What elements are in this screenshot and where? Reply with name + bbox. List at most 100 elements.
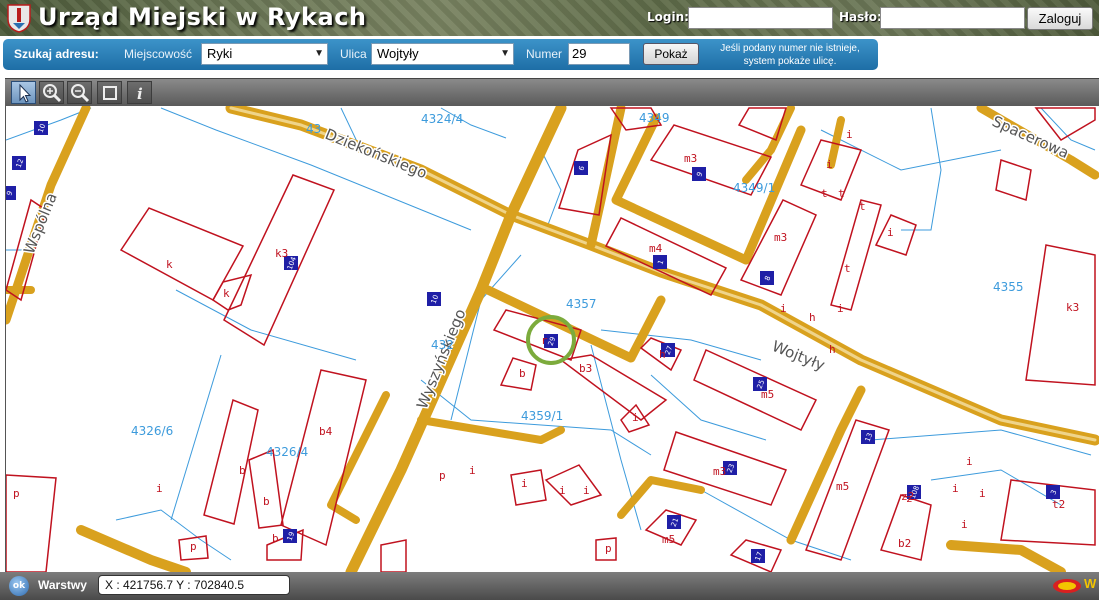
full-extent-tool-button[interactable] — [97, 81, 122, 104]
building-type-label: m3 — [713, 465, 726, 478]
building-type-label: b — [519, 367, 526, 380]
building-type-label: b — [272, 532, 279, 545]
map-svg[interactable]: 1012961041029279251323211719108 318 Dziek… — [6, 106, 1099, 572]
building-type-label: m4 — [649, 242, 663, 255]
house-number-badge[interactable]: 8 — [760, 271, 774, 285]
chevron-down-icon: ▼ — [500, 48, 510, 59]
parcel-number: 4359/1 — [521, 409, 563, 423]
show-button[interactable]: Pokaż — [643, 43, 699, 65]
building-type-label: h — [659, 348, 666, 361]
building-type-label: i — [952, 482, 959, 495]
building-type-label: p — [13, 487, 20, 500]
building-type-label: m5 — [662, 533, 675, 546]
zoom-out-icon — [71, 84, 90, 103]
building-type-label: t — [838, 187, 845, 200]
house-number-badge[interactable]: 6 — [574, 161, 588, 175]
building-type-label: h — [809, 311, 816, 324]
building-type-label: i — [156, 482, 163, 495]
building-type-label: t2 — [1052, 498, 1065, 511]
building-type-label: i — [826, 158, 833, 171]
building-type-label: m3 — [684, 152, 697, 165]
login-button[interactable]: Zaloguj — [1027, 7, 1093, 30]
map-toolbar: i — [5, 78, 1099, 106]
house-number-badge[interactable]: 1 — [653, 255, 667, 269]
layers-toggle-icon[interactable]: ok — [9, 576, 29, 596]
building-type-label: k — [223, 287, 230, 300]
info-tool-button[interactable]: i — [127, 81, 152, 104]
house-number-badge[interactable]: 9 — [6, 186, 16, 200]
building-type-label: b — [239, 464, 246, 477]
building-type-label: i — [961, 518, 968, 531]
building-type-label: t — [844, 262, 851, 275]
app-title: Urząd Miejski w Rykach — [38, 3, 367, 31]
layers-label[interactable]: Warstwy — [38, 578, 87, 592]
info-icon: i — [137, 85, 143, 103]
street-label: Ulica — [340, 47, 367, 61]
parcel-number: 4355 — [993, 280, 1024, 294]
brand-logo-icon — [1053, 579, 1081, 593]
login-input[interactable] — [688, 7, 833, 29]
town-select-value: Ryki — [207, 46, 233, 61]
search-hint: Jeśli podany numer nie istnieje, system … — [720, 43, 860, 67]
building-type-label: i — [780, 302, 787, 315]
street-label: Dziekońskiego — [323, 125, 430, 182]
house-number-badge[interactable]: 13 — [861, 430, 875, 444]
zoom-in-tool-button[interactable] — [39, 81, 64, 104]
building-type-label: i — [521, 477, 528, 490]
house-number-badge[interactable]: 21 — [667, 515, 681, 529]
house-number-badge[interactable]: 19 — [283, 529, 297, 543]
coordinates-readout: X : 421756.7 Y : 702840.5 — [98, 575, 290, 595]
map-canvas[interactable]: 10 12 9 6 104 10 29 27 9 25 13 23 21 17 19 108 3 1 8 Dziek… — [5, 106, 1099, 572]
svg-text:i: i — [137, 85, 143, 103]
pointer-icon — [19, 83, 32, 103]
building-type-label: b3 — [579, 362, 592, 375]
building-type-label: i — [559, 484, 566, 497]
building-type-label: i — [632, 411, 639, 424]
building-type-label: b4 — [319, 425, 333, 438]
house-number-badge[interactable]: 12 — [12, 156, 26, 170]
town-label: Miejscowość — [124, 47, 193, 61]
extent-square-icon — [103, 86, 117, 100]
building-type-label: b — [263, 495, 270, 508]
building-type-label: i — [846, 128, 853, 141]
chevron-down-icon: ▼ — [314, 48, 324, 59]
zoom-in-icon — [43, 84, 62, 103]
town-select[interactable]: Ryki ▼ — [201, 43, 328, 65]
building-type-label: m3 — [774, 231, 787, 244]
search-title: Szukaj adresu: — [14, 47, 99, 61]
building-type-label: i — [469, 464, 476, 477]
parcel-number: 4326/6 — [131, 424, 173, 438]
building-type-label: i — [583, 484, 590, 497]
password-input[interactable] — [880, 7, 1025, 29]
city-crest-icon — [7, 4, 31, 33]
parcel-number: 4357 — [566, 297, 597, 311]
building-type-label: b2 — [898, 537, 911, 550]
parcel-number: 4349/1 — [733, 181, 775, 195]
parcel-number: 4326/4 — [266, 445, 308, 459]
zoom-out-tool-button[interactable] — [67, 81, 92, 104]
building-type-label: r — [541, 334, 548, 347]
house-number-badge[interactable]: 3 — [1046, 485, 1060, 499]
building-type-label: i — [966, 455, 973, 468]
number-input[interactable]: 29 — [568, 43, 630, 65]
building-type-label: k3 — [275, 247, 288, 260]
building-type-label: t — [859, 200, 866, 213]
house-number-badge[interactable]: 9 — [692, 167, 706, 181]
building-type-label: m5 — [761, 388, 774, 401]
building-type-label: i — [837, 302, 844, 315]
building-type-label: p — [439, 469, 446, 482]
parcel-number: 4324/4 — [421, 112, 463, 126]
building-type-label: k — [166, 258, 173, 271]
street-select[interactable]: Wojtyły ▼ — [371, 43, 514, 65]
house-number-badge[interactable]: 10 — [427, 292, 441, 306]
parcel-number: 43 — [306, 122, 321, 136]
building-type-label: m5 — [836, 480, 849, 493]
street-label: Wspólna — [20, 190, 61, 256]
house-number-badge[interactable]: 10 — [34, 121, 48, 135]
building-type-label: k3 — [1066, 301, 1079, 314]
parcel-number: 4349 — [639, 111, 670, 125]
house-number-badge[interactable]: 17 — [751, 549, 765, 563]
login-label: Login: — [647, 10, 689, 24]
pointer-tool-button[interactable] — [11, 81, 36, 104]
building-type-label: p — [605, 542, 612, 555]
